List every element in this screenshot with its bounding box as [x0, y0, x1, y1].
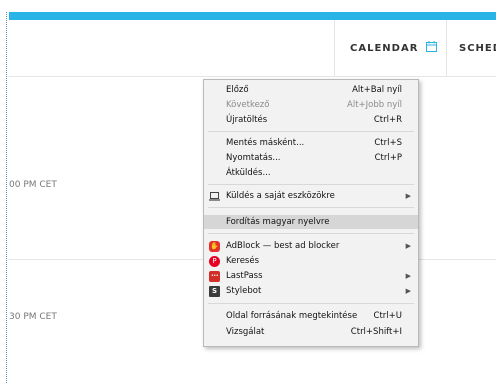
menu-item-label: AdBlock — best ad blocker: [226, 241, 340, 251]
menu-item-shortcut: Ctrl+S: [374, 138, 402, 148]
menu-separator: [208, 131, 414, 132]
menu-item-pinterest-search[interactable]: P Keresés: [204, 254, 418, 268]
menu-item-label: Keresés: [226, 256, 260, 266]
menu-item-shortcut: Ctrl+U: [373, 311, 402, 321]
pinterest-icon: P: [209, 255, 220, 267]
menu-item-shortcut: Ctrl+Shift+I: [350, 327, 402, 337]
context-menu: Előző Alt+Bal nyíl Következő Alt+Jobb ny…: [203, 79, 419, 347]
menu-item-label: Vizsgálat: [226, 327, 265, 337]
adblock-icon: ✋: [209, 240, 220, 252]
submenu-arrow-icon: ▶: [405, 242, 411, 250]
menu-item-label: Nyomtatás...: [226, 153, 281, 163]
menu-item-lastpass[interactable]: ••• LastPass ▶: [204, 269, 418, 283]
schedule-tab-label: SCHED: [459, 42, 496, 54]
menu-item-label: Átküldés...: [226, 168, 271, 178]
time-label: 30 PM CET: [9, 312, 57, 322]
left-dotted-border: [6, 12, 7, 383]
calendar-tab-label: CALENDAR: [350, 42, 419, 54]
menu-item-label: Következő: [226, 100, 270, 110]
menu-item-label: Mentés másként...: [226, 138, 305, 148]
menu-item-label: Stylebot: [226, 286, 262, 296]
stylebot-icon: S: [209, 285, 220, 297]
menu-separator: [208, 233, 414, 234]
menu-item-translate[interactable]: Fordítás magyar nyelvre: [204, 215, 418, 229]
menu-item-save-as[interactable]: Mentés másként... Ctrl+S: [204, 136, 418, 150]
menu-item-shortcut: Alt+Jobb nyíl: [347, 100, 402, 110]
menu-item-print[interactable]: Nyomtatás... Ctrl+P: [204, 151, 418, 165]
menu-separator: [208, 303, 414, 304]
menu-separator: [208, 184, 414, 185]
menu-item-label: Előző: [226, 85, 249, 95]
menu-item-label: Oldal forrásának megtekintése: [226, 311, 358, 321]
submenu-arrow-icon: ▶: [405, 287, 411, 295]
laptop-icon: [209, 191, 220, 202]
menu-item-shortcut: Ctrl+P: [374, 153, 402, 163]
menu-item-label: Küldés a saját eszközökre: [226, 191, 335, 201]
menu-item-cast[interactable]: Átküldés...: [204, 166, 418, 180]
lastpass-icon: •••: [209, 270, 220, 282]
menu-item-shortcut: Ctrl+R: [373, 115, 402, 125]
menu-item-label: Újratöltés: [226, 115, 268, 125]
submenu-arrow-icon: ▶: [405, 272, 411, 280]
menu-item-inspect[interactable]: Vizsgálat Ctrl+Shift+I: [204, 325, 418, 339]
menu-item-reload[interactable]: Újratöltés Ctrl+R: [204, 113, 418, 127]
time-label: 00 PM CET: [9, 180, 57, 190]
submenu-arrow-icon: ▶: [405, 192, 411, 200]
menu-item-send-to-devices[interactable]: Küldés a saját eszközökre ▶: [204, 189, 418, 203]
header-divider: [446, 20, 447, 76]
top-accent-bar: [9, 12, 496, 20]
calendar-icon: [426, 41, 438, 55]
header-divider: [334, 20, 335, 76]
menu-item-stylebot[interactable]: S Stylebot ▶: [204, 284, 418, 298]
header-bottom-line: [9, 76, 496, 77]
schedule-tab[interactable]: SCHED: [459, 20, 496, 76]
menu-item-label: Fordítás magyar nyelvre: [226, 217, 330, 227]
menu-item-adblock[interactable]: ✋ AdBlock — best ad blocker ▶: [204, 239, 418, 253]
menu-separator: [208, 207, 414, 208]
menu-item-label: LastPass: [226, 271, 263, 281]
menu-item-shortcut: Alt+Bal nyíl: [352, 85, 402, 95]
calendar-tab[interactable]: CALENDAR: [350, 20, 438, 76]
menu-item-back[interactable]: Előző Alt+Bal nyíl: [204, 83, 418, 97]
menu-item-view-source[interactable]: Oldal forrásának megtekintése Ctrl+U: [204, 309, 418, 323]
menu-item-forward[interactable]: Következő Alt+Jobb nyíl: [204, 98, 418, 112]
